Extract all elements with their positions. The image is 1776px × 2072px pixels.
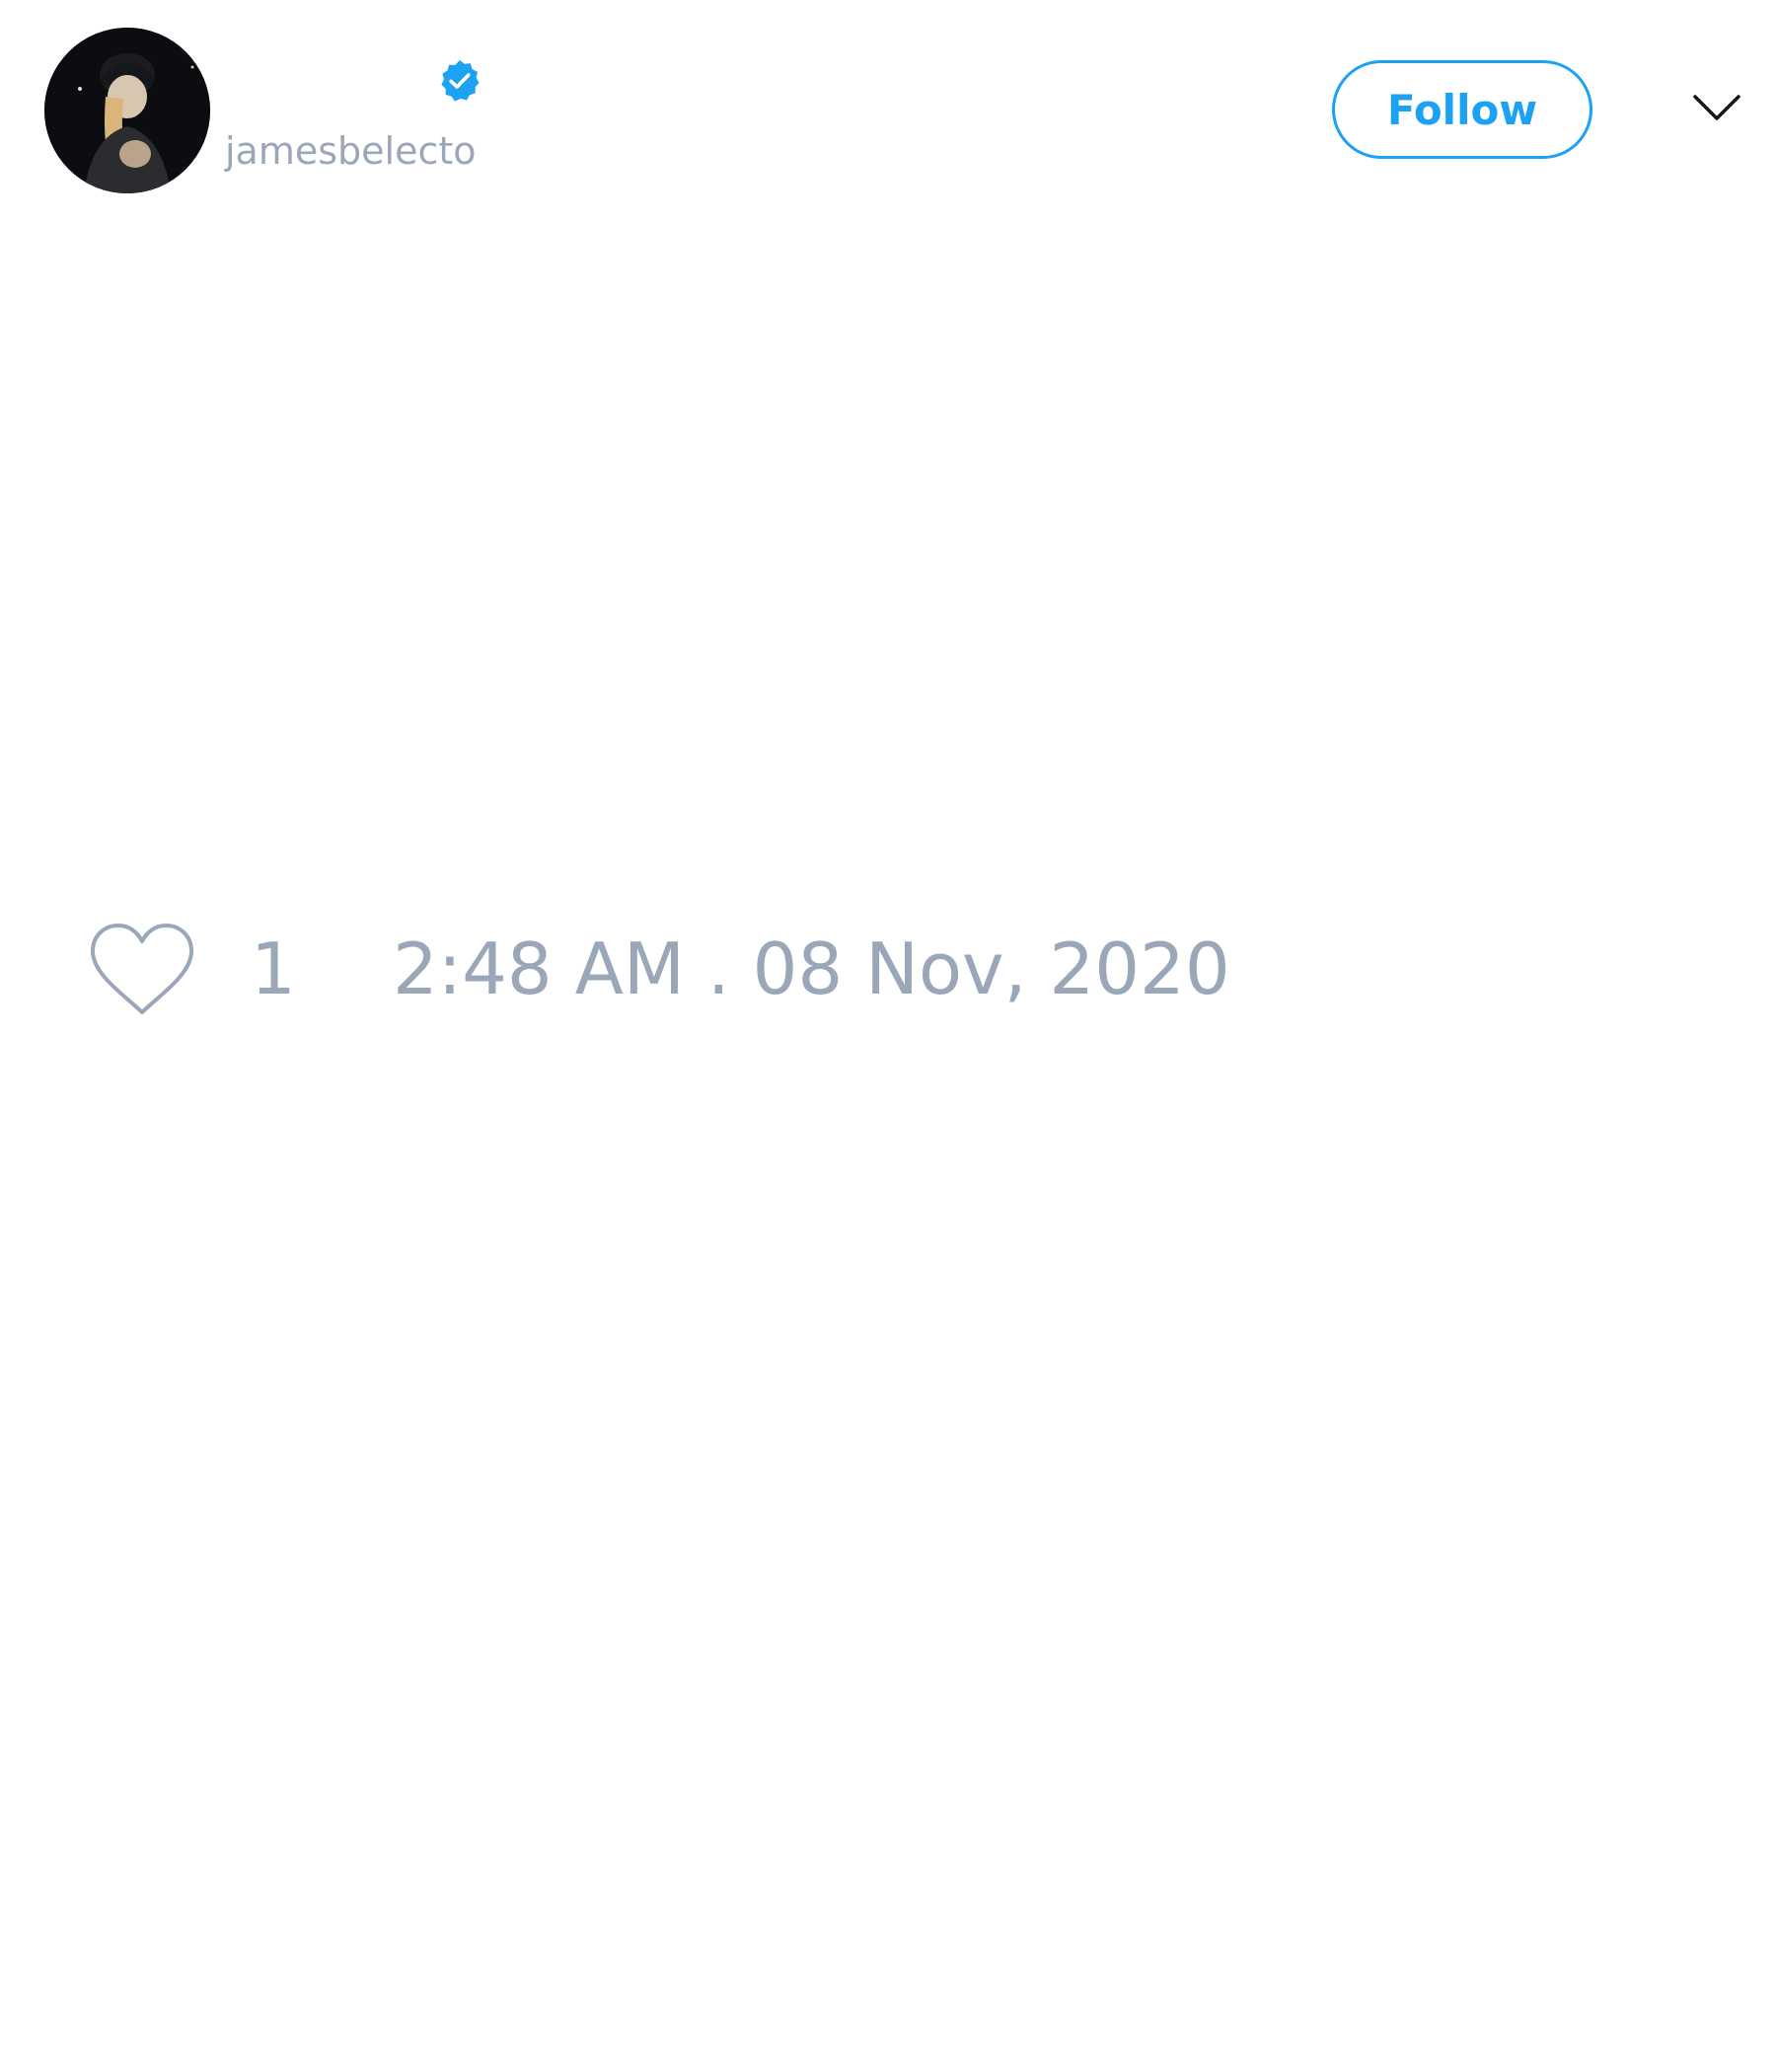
avatar[interactable] (44, 28, 210, 193)
heart-outline-icon[interactable] (87, 922, 197, 1020)
verified-badge-icon (441, 60, 480, 102)
tweet-card: jamesbelecto Follow 1 2:48 AM . 08 Nov, … (0, 0, 1776, 2072)
follow-button[interactable]: Follow (1332, 60, 1592, 159)
tweet-actions: 1 2:48 AM . 08 Nov, 2020 (87, 908, 1369, 1026)
tweet-timestamp[interactable]: 2:48 AM . 08 Nov, 2020 (393, 927, 1230, 1010)
author-handle[interactable]: jamesbelecto (225, 126, 477, 176)
avatar-photo (44, 28, 210, 193)
like-count: 1 (251, 927, 296, 1010)
chevron-down-icon[interactable] (1691, 89, 1742, 128)
